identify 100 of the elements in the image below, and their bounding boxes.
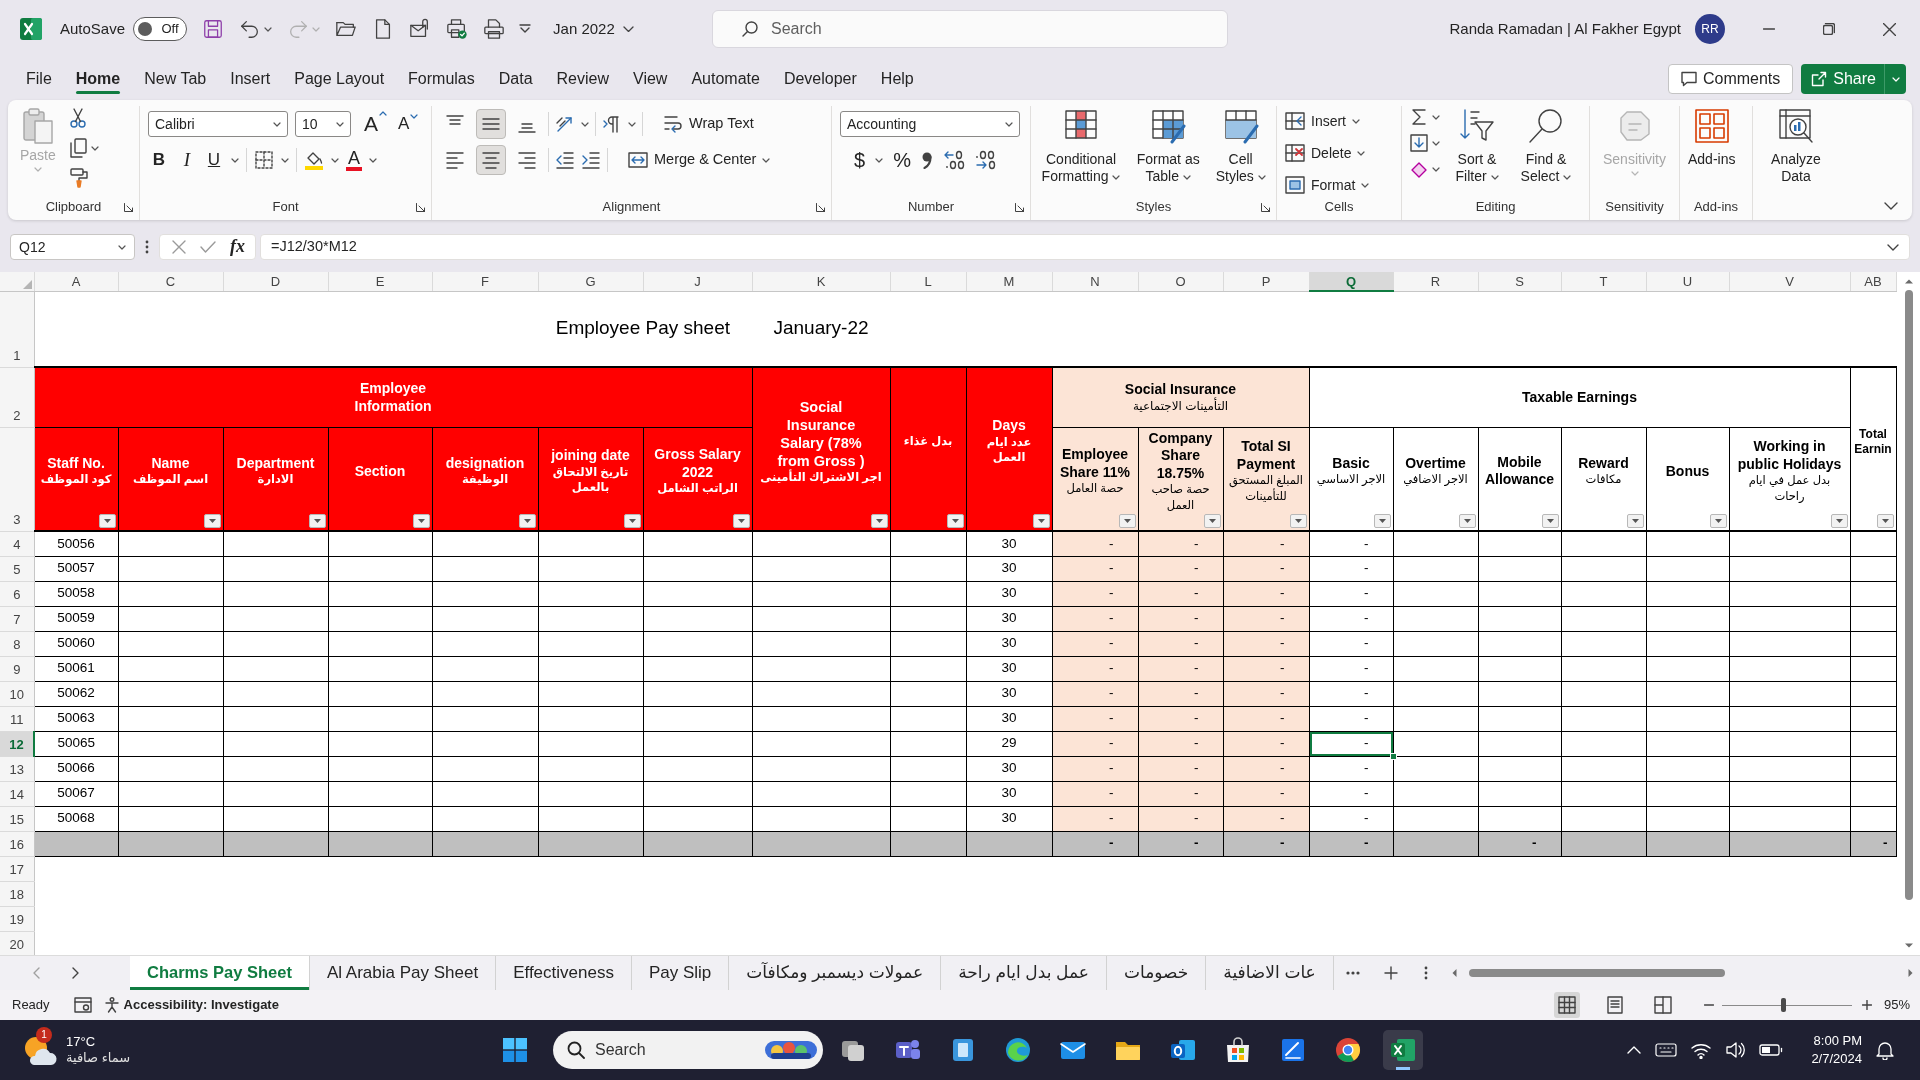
font-name-dropdown[interactable]: Calibri [148,111,288,137]
scroll-up-icon[interactable] [1903,278,1914,284]
dialog-launcher-icon[interactable] [124,203,133,212]
filter-dropdown[interactable] [1289,514,1307,529]
column-letter[interactable]: P [1223,272,1309,291]
column-letter[interactable]: M [966,272,1052,291]
caret-icon[interactable] [875,157,884,163]
caret-icon[interactable] [90,145,99,151]
save-icon[interactable] [202,18,225,40]
sort-filter-button[interactable]: Sort & Filter [1448,106,1506,185]
x-tile-icon[interactable] [1383,1030,1423,1070]
file-name-menu[interactable]: Jan 2022 [553,20,634,38]
increase-indent-icon[interactable] [581,150,601,170]
chevron-up-icon[interactable] [1627,1046,1642,1054]
dialog-launcher-icon[interactable] [416,203,425,212]
more-sheets-icon[interactable] [1345,971,1360,975]
caret-icon[interactable] [1432,140,1440,146]
filter-dropdown[interactable] [1709,514,1727,529]
decrease-decimal-icon[interactable] [974,150,997,170]
diamond-eraser-icon[interactable] [1410,160,1428,178]
caret-icon[interactable] [331,157,339,163]
row-number[interactable]: 7 [0,606,34,632]
filter-dropdown[interactable] [1830,514,1848,529]
customize-menu-icon[interactable] [519,24,532,34]
filter-dropdown[interactable] [1458,514,1476,529]
percent-style-button[interactable]: % [893,148,911,172]
menu-tab[interactable]: View [621,62,680,96]
filter-dropdown[interactable] [1373,514,1391,529]
normal-view-icon[interactable] [1553,992,1580,1018]
sheet-options-icon[interactable] [1423,966,1428,980]
row-number[interactable]: 16 [0,831,34,857]
wifi-icon[interactable] [1691,1041,1712,1059]
insert-cells-button[interactable]: Insert [1285,108,1370,134]
insert-function-button[interactable]: fx [230,236,245,258]
row-number[interactable]: 5 [0,556,34,582]
next-sheet-icon[interactable] [72,967,80,979]
scrollbar-thumb[interactable] [1469,969,1725,977]
menu-tab[interactable]: Review [544,62,622,96]
row-number[interactable]: 17 [0,856,34,882]
caret-icon[interactable] [369,157,377,163]
conditional-formatting-button[interactable]: Conditional Formatting [1037,106,1126,185]
filter-dropdown[interactable] [870,514,888,529]
increase-font-size-button[interactable]: A [364,111,387,137]
underline-button[interactable]: U [204,149,224,171]
column-letter[interactable]: R [1393,272,1478,291]
filter-dropdown[interactable] [308,514,326,529]
column-letter[interactable]: F [432,272,538,291]
filter-dropdown[interactable] [1541,514,1559,529]
filter-dropdown[interactable] [98,514,116,529]
row-number[interactable]: 18 [0,881,34,907]
filter-dropdown[interactable] [946,514,964,529]
column-letter[interactable]: L [890,272,966,291]
row-number[interactable]: 6 [0,581,34,607]
caret-icon[interactable] [231,157,239,163]
scissors-icon[interactable] [69,108,86,128]
scroll-down-icon[interactable] [1903,943,1914,949]
collapse-ribbon-icon[interactable] [1884,202,1898,210]
paint-roller-icon[interactable] [69,168,90,188]
column-letter[interactable]: O [1138,272,1223,291]
enter-check-icon[interactable] [200,241,216,253]
row-number[interactable]: 11 [0,706,34,732]
dialog-launcher-icon[interactable] [1015,203,1024,212]
decrease-indent-icon[interactable] [555,150,575,170]
sum-icon[interactable] [1410,108,1428,126]
font-size-dropdown[interactable]: 10 [295,111,351,137]
menu-tab[interactable]: New Tab [132,62,219,96]
cancel-icon[interactable] [172,240,186,254]
accounting-format-button[interactable]: $ [854,148,866,172]
column-letter[interactable]: A [34,272,118,291]
row-number[interactable]: 9 [0,656,34,682]
notification-bell-icon[interactable] [1876,1040,1894,1060]
format-as-table-button[interactable]: Format as Table [1129,106,1208,185]
column-letter[interactable]: Q [1309,272,1393,291]
menu-tab[interactable]: Formulas [396,62,487,96]
cell-styles-button[interactable]: Cell Styles [1211,106,1270,185]
column-letter[interactable]: S [1478,272,1561,291]
column-letter[interactable]: J [643,272,752,291]
column-letter[interactable]: T [1561,272,1646,291]
caret-icon[interactable] [264,26,273,32]
row-number[interactable]: 4 [0,531,34,557]
increase-decimal-icon[interactable] [942,150,965,170]
caret-icon[interactable] [762,157,771,163]
analyze-data-button[interactable]: Analyze Data [1761,106,1831,185]
caret-icon[interactable] [628,121,636,127]
filter-dropdown[interactable] [1626,514,1644,529]
column-letter[interactable]: K [752,272,890,291]
delete-cells-button[interactable]: Delete [1285,140,1370,166]
dialog-launcher-icon[interactable] [816,203,825,212]
pilcrow-arrow-icon[interactable] [602,114,622,134]
row-number[interactable]: 15 [0,806,34,832]
menu-tab[interactable]: Insert [218,62,283,96]
caret-icon[interactable] [281,157,289,163]
menu-tab[interactable]: Page Layout [282,62,397,96]
format-cells-button[interactable]: Format [1285,172,1370,198]
row-number[interactable]: 12 [0,731,34,757]
taskbar-search-field[interactable]: Search [553,1031,823,1069]
scroll-left-icon[interactable] [1451,968,1457,978]
caret-icon[interactable] [1432,114,1440,120]
accessibility-button[interactable]: Accessibility: Investigate [103,997,279,1013]
row-number[interactable]: 2 [0,367,34,427]
